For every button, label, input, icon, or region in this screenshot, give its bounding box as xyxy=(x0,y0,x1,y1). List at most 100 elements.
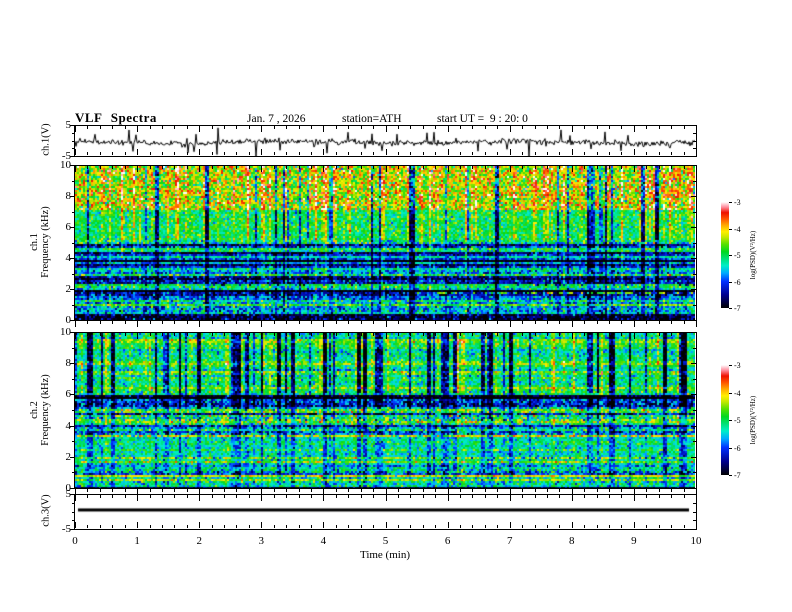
header-station: station=ATH xyxy=(342,113,402,125)
x-tick xyxy=(609,489,610,492)
colorbar-tick xyxy=(729,365,732,366)
x-tick xyxy=(659,321,660,324)
colorbar-tick xyxy=(729,308,732,309)
x-tick xyxy=(609,321,610,324)
x-tick xyxy=(87,321,88,324)
x-tick xyxy=(236,489,237,492)
x-tick xyxy=(274,321,275,324)
ch3-waveform-canvas xyxy=(75,495,695,529)
colorbar-ch2 xyxy=(721,365,729,475)
x-tick xyxy=(75,321,76,327)
x-tick xyxy=(621,321,622,324)
x-tick xyxy=(522,489,523,492)
x-tick xyxy=(584,489,585,492)
x-tick xyxy=(348,321,349,324)
ch1-spectrogram-panel xyxy=(74,165,697,321)
x-tick xyxy=(386,321,387,327)
colorbar-tick xyxy=(729,475,732,476)
x-tick xyxy=(236,321,237,324)
ch2-label-line2: Frequency (kHz) xyxy=(40,374,51,446)
x-tick xyxy=(249,489,250,492)
x-tick-label: 8 xyxy=(569,535,575,547)
colorbar-tick-label: -6 xyxy=(734,443,741,453)
x-tick xyxy=(249,321,250,324)
x-tick xyxy=(261,321,262,327)
x-tick-label: 2 xyxy=(196,535,202,547)
x-tick xyxy=(510,321,511,327)
x-tick xyxy=(286,489,287,492)
colorbar-tick xyxy=(729,448,732,449)
x-tick xyxy=(348,489,349,492)
ch2-spectrogram-panel xyxy=(74,332,697,489)
x-tick xyxy=(336,489,337,492)
x-tick xyxy=(597,489,598,492)
x-tick xyxy=(423,321,424,324)
ch1-spectrogram-canvas xyxy=(75,166,695,320)
header-start-ut: start UT = 9 : 20: 0 xyxy=(437,113,528,125)
figure-title: VLF Spectra xyxy=(75,110,157,125)
x-tick xyxy=(448,321,449,327)
y-tick-label: 10 xyxy=(60,326,71,338)
ch1-label-line1: ch.1 xyxy=(29,233,40,251)
x-tick xyxy=(472,489,473,492)
x-tick xyxy=(460,489,461,492)
x-tick xyxy=(547,321,548,324)
x-tick xyxy=(497,321,498,324)
x-tick xyxy=(361,321,362,324)
x-tick xyxy=(224,321,225,324)
x-tick-label: 9 xyxy=(631,535,637,547)
x-tick xyxy=(373,489,374,492)
colorbar-tick-label: -6 xyxy=(734,277,741,287)
x-tick xyxy=(684,489,685,492)
colorbar-tick-label: -5 xyxy=(734,251,741,260)
x-tick xyxy=(472,321,473,324)
x-tick xyxy=(535,489,536,492)
colorbar-ch2-label: log(PSD)(V²/Hz) xyxy=(749,395,757,445)
x-tick xyxy=(547,489,548,492)
x-tick-label: 6 xyxy=(444,535,451,547)
x-tick xyxy=(597,321,598,324)
ch1-label-line2: Frequency (kHz) xyxy=(40,206,51,278)
x-tick xyxy=(112,489,113,492)
colorbar-tick xyxy=(729,393,732,394)
colorbar-tick xyxy=(729,255,732,256)
x-axis-title: Time (min) xyxy=(359,549,410,561)
x-tick xyxy=(634,321,635,327)
colorbar-tick-label: -5 xyxy=(734,416,741,425)
ch1-waveform-canvas xyxy=(75,126,695,156)
x-tick xyxy=(621,489,622,492)
x-tick xyxy=(212,321,213,324)
x-tick-label: 7 xyxy=(506,535,513,547)
x-tick xyxy=(572,321,573,327)
x-tick xyxy=(274,489,275,492)
x-tick-label: 1 xyxy=(134,535,140,547)
colorbar-tick xyxy=(729,420,732,421)
x-tick xyxy=(671,489,672,492)
ch2-spectrogram-canvas xyxy=(75,333,695,488)
x-tick xyxy=(311,321,312,324)
x-tick xyxy=(162,321,163,324)
x-tick xyxy=(671,321,672,324)
x-tick xyxy=(398,321,399,324)
x-tick-label: 4 xyxy=(320,535,327,547)
x-tick xyxy=(100,321,101,324)
x-tick xyxy=(398,489,399,492)
x-tick xyxy=(435,321,436,324)
x-tick xyxy=(423,489,424,492)
vlf-spectra-figure: VLF Spectra Jan. 7 , 2026 station=ATH st… xyxy=(0,0,792,612)
x-tick-label: 0 xyxy=(72,535,78,547)
colorbar-ch1-label: log(PSD)(V²/Hz) xyxy=(749,230,757,280)
x-tick xyxy=(485,489,486,492)
x-tick xyxy=(559,321,560,324)
ch1-frequency-axis-label: ch.1 Frequency (kHz) xyxy=(29,194,51,290)
colorbar-tick xyxy=(729,229,732,230)
x-tick xyxy=(125,489,126,492)
x-tick xyxy=(137,321,138,327)
colorbar-tick-label: -4 xyxy=(734,388,741,398)
x-tick xyxy=(100,489,101,492)
x-tick xyxy=(199,321,200,327)
x-tick-label: 3 xyxy=(258,535,265,547)
x-tick xyxy=(435,489,436,492)
x-tick xyxy=(497,489,498,492)
x-tick xyxy=(373,321,374,324)
